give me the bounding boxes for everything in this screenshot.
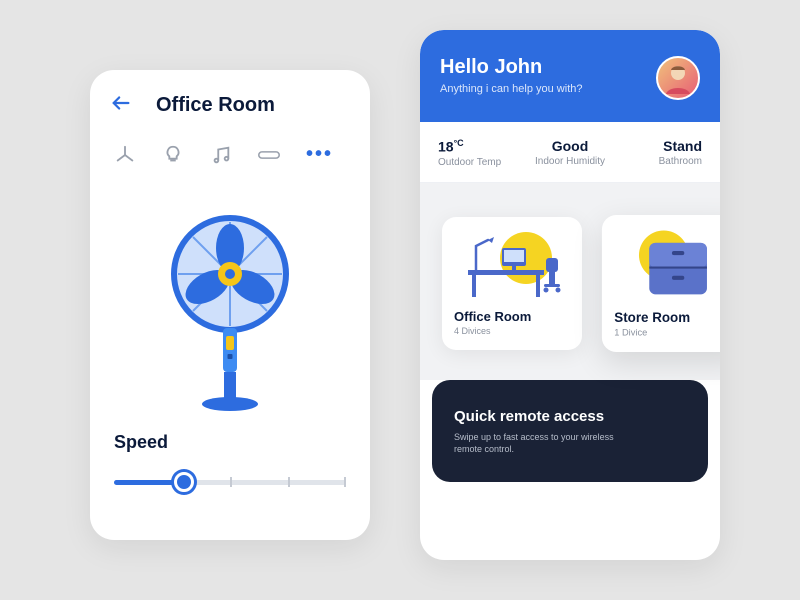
- stat-third: Stand Bathroom: [614, 138, 702, 168]
- quick-title: Quick remote access: [454, 408, 686, 425]
- music-icon[interactable]: [210, 144, 232, 166]
- room-card-sub: 4 Divices: [454, 326, 570, 336]
- speed-control: Speed: [90, 424, 370, 495]
- avatar[interactable]: [656, 56, 700, 100]
- fan-icon[interactable]: [114, 144, 136, 166]
- fan-illustration: [90, 176, 370, 424]
- home-header: Hello John Anything i can help you with?: [420, 30, 720, 122]
- slider-thumb[interactable]: [174, 472, 194, 492]
- room-card-sub: 1 Divice: [614, 327, 720, 337]
- stat-humidity: Good Indoor Humidity: [526, 138, 614, 168]
- greeting-subtitle: Anything i can help you with?: [440, 83, 582, 95]
- quick-subtitle: Swipe up to fast access to your wireless…: [454, 431, 614, 456]
- room-card-office[interactable]: Office Room 4 Divices: [442, 217, 582, 350]
- ac-icon[interactable]: [258, 144, 280, 166]
- device-type-tabs: •••: [90, 129, 370, 176]
- quick-access-card[interactable]: Quick remote access Swipe up to fast acc…: [432, 380, 708, 482]
- greeting: Hello John: [440, 56, 582, 79]
- stat-temp: 18°C Outdoor Temp: [438, 138, 526, 168]
- light-icon[interactable]: [162, 144, 184, 166]
- room-card-store[interactable]: Store Room 1 Divice: [602, 215, 720, 352]
- room-header: Office Room: [90, 70, 370, 129]
- room-card-title: Office Room: [454, 309, 570, 324]
- speed-slider[interactable]: [114, 471, 346, 495]
- back-button[interactable]: [110, 92, 132, 119]
- room-card-title: Store Room: [614, 309, 720, 324]
- more-icon[interactable]: •••: [306, 143, 333, 166]
- home-screen: Hello John Anything i can help you with?…: [420, 30, 720, 560]
- rooms-list[interactable]: Office Room 4 Divices Store Room 1 Divic…: [420, 183, 720, 380]
- speed-label: Speed: [114, 432, 346, 453]
- room-detail-screen: Office Room •••: [90, 70, 370, 540]
- office-illustration: [454, 229, 570, 301]
- stats-row: 18°C Outdoor Temp Good Indoor Humidity S…: [420, 122, 720, 183]
- store-illustration: [614, 227, 720, 301]
- room-title: Office Room: [156, 94, 275, 117]
